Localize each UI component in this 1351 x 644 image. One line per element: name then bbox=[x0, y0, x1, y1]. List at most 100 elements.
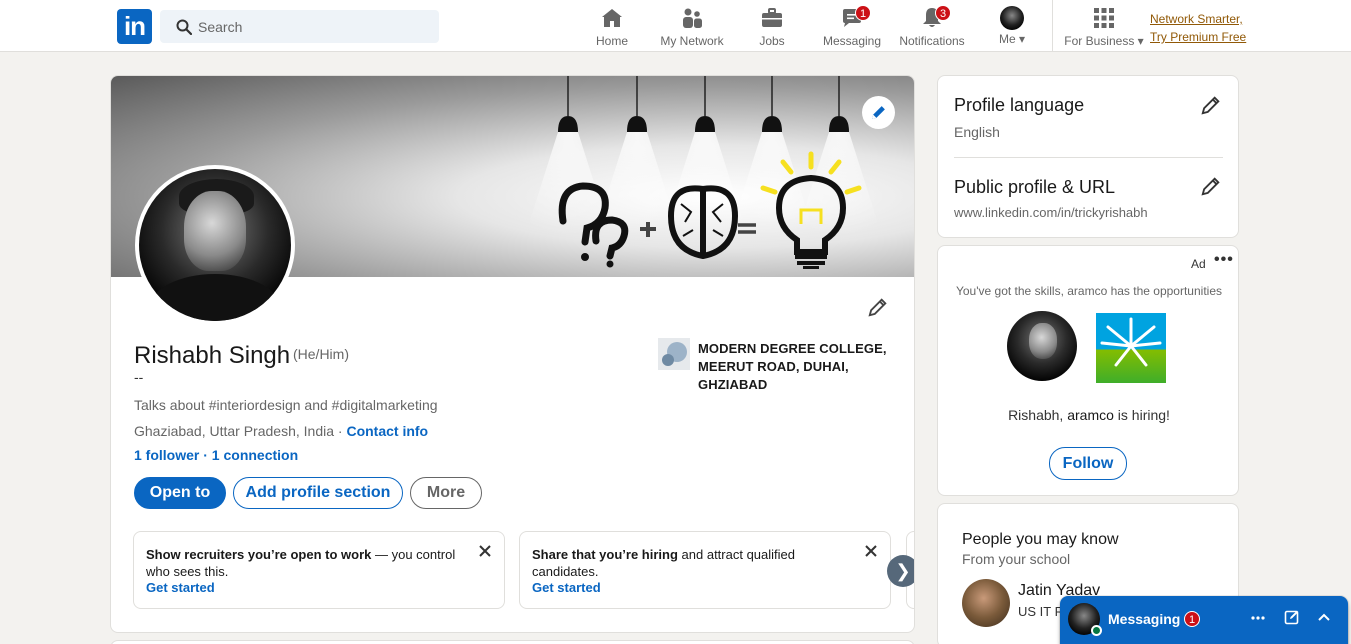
nav-messaging[interactable]: 1 Messaging bbox=[822, 4, 882, 50]
messaging-badge: 1 bbox=[855, 5, 871, 21]
nav-divider bbox=[1052, 0, 1053, 52]
edit-intro-button[interactable] bbox=[867, 296, 889, 323]
chevron-down-icon: ▾ bbox=[1018, 32, 1026, 46]
hiring-suffix: is hiring! bbox=[1113, 407, 1170, 423]
chevron-right-icon[interactable]: ❯ bbox=[887, 555, 914, 587]
edit-language-button[interactable] bbox=[1200, 94, 1222, 121]
profile-network: 1 follower · 1 connection bbox=[134, 447, 298, 463]
location-text: Ghaziabad, Uttar Pradesh, India · bbox=[134, 423, 347, 439]
jobs-icon bbox=[759, 6, 785, 32]
avatar[interactable] bbox=[962, 579, 1010, 627]
connections-link[interactable]: · 1 connection bbox=[199, 447, 298, 463]
profile-location: Ghaziabad, Uttar Pradesh, India · Contac… bbox=[134, 423, 428, 439]
avatar-face bbox=[1029, 323, 1057, 359]
nav-my-network-label: My Network bbox=[660, 34, 724, 48]
search-icon bbox=[176, 19, 192, 35]
premium-line-1[interactable]: Network Smarter, bbox=[1150, 10, 1246, 28]
nav-notifications-label: Notifications bbox=[899, 34, 965, 48]
person-role: US IT R bbox=[1018, 604, 1064, 619]
profile-top-card: Rishabh Singh (He/Him) -- Talks about #i… bbox=[110, 75, 915, 633]
my-network-icon bbox=[679, 6, 705, 32]
aramco-star-icon bbox=[1100, 317, 1162, 367]
ellipsis-icon[interactable]: ••• bbox=[1214, 251, 1234, 269]
ellipsis-icon[interactable] bbox=[1250, 609, 1266, 630]
contact-info-link[interactable]: Contact info bbox=[346, 423, 428, 439]
nav-for-business[interactable]: For Business ▾ bbox=[1063, 4, 1145, 50]
avatar-body bbox=[149, 274, 281, 321]
followers-link[interactable]: 1 follower bbox=[134, 447, 199, 463]
profile-headline: Talks about #interiordesign and #digital… bbox=[134, 397, 438, 413]
close-icon[interactable] bbox=[478, 544, 492, 563]
messaging-title[interactable]: Messaging bbox=[1108, 611, 1180, 627]
compose-icon[interactable] bbox=[1284, 609, 1300, 630]
get-started-link[interactable]: Get started bbox=[146, 580, 215, 595]
global-nav: in Home My Network Jobs 1 Messaging 3 bbox=[0, 0, 1351, 52]
school-name: MODERN DEGREE COLLEGE, MEERUT ROAD, DUHA… bbox=[698, 341, 887, 392]
pencil-icon bbox=[868, 298, 887, 317]
nav-me[interactable]: Me ▾ bbox=[994, 4, 1030, 50]
nav-messaging-label: Messaging bbox=[822, 34, 882, 48]
more-button[interactable]: More bbox=[410, 477, 482, 509]
promo-bold: Share that you’re hiring bbox=[532, 547, 678, 562]
me-avatar bbox=[1000, 6, 1024, 30]
pencil-icon bbox=[872, 106, 885, 119]
open-to-work-promo: Show recruiters you’re open to work — yo… bbox=[133, 531, 505, 609]
chevron-up-icon[interactable] bbox=[1316, 609, 1332, 630]
ad-tagline: You've got the skills, aramco has the op… bbox=[955, 284, 1222, 298]
nav-notifications[interactable]: 3 Notifications bbox=[897, 4, 967, 50]
profile-language-title: Profile language bbox=[954, 95, 1085, 115]
pencil-icon bbox=[1201, 177, 1220, 196]
nav-jobs-label: Jobs bbox=[759, 34, 785, 48]
linkedin-logo-icon[interactable]: in bbox=[117, 9, 152, 44]
search-bar[interactable] bbox=[160, 10, 439, 43]
messaging-badge: 1 bbox=[1184, 611, 1200, 627]
grid-icon bbox=[1091, 6, 1117, 32]
ad-label: Ad bbox=[1191, 257, 1206, 271]
pencil-icon bbox=[1201, 96, 1220, 115]
home-icon bbox=[599, 6, 625, 32]
ad-user-avatar bbox=[1007, 311, 1077, 381]
company-name: aramco bbox=[1067, 407, 1114, 423]
profile-dash: -- bbox=[134, 369, 144, 385]
nav-me-label: Me ▾ bbox=[994, 32, 1030, 46]
get-started-link[interactable]: Get started bbox=[532, 580, 601, 595]
ad-hiring-text: Rishabh, aramco is hiring! bbox=[938, 407, 1240, 423]
messaging-overlay[interactable]: Messaging 1 bbox=[1060, 596, 1348, 644]
page-scrollbar[interactable] bbox=[1343, 52, 1351, 644]
nav-home-label: Home bbox=[595, 34, 628, 48]
hiring-promo: Share that you’re hiring and attract qua… bbox=[519, 531, 891, 609]
school-logo bbox=[658, 338, 690, 370]
search-input[interactable] bbox=[198, 10, 428, 43]
avatar bbox=[139, 169, 291, 321]
nav-home[interactable]: Home bbox=[594, 4, 630, 50]
premium-line-2[interactable]: Try Premium Free bbox=[1150, 28, 1246, 46]
close-icon[interactable] bbox=[864, 544, 878, 563]
open-to-button[interactable]: Open to bbox=[134, 477, 226, 509]
public-profile-url: www.linkedin.com/in/trickyrishabh bbox=[954, 205, 1148, 220]
hiring-prefix: Rishabh, bbox=[1008, 407, 1068, 423]
promo-text: Show recruiters you’re open to work — yo… bbox=[146, 546, 466, 580]
promo-text: Share that you’re hiring and attract qua… bbox=[532, 546, 852, 580]
aramco-logo[interactable] bbox=[1096, 313, 1166, 383]
follow-button[interactable]: Follow bbox=[1049, 447, 1127, 480]
divider bbox=[954, 157, 1223, 158]
promo-bold: Show recruiters you’re open to work bbox=[146, 547, 372, 562]
me-label-text: Me bbox=[998, 32, 1016, 46]
notifications-icon: 3 bbox=[919, 5, 951, 32]
add-profile-section-button[interactable]: Add profile section bbox=[233, 477, 403, 509]
next-section-card bbox=[110, 640, 915, 644]
edit-banner-button[interactable] bbox=[862, 96, 895, 129]
nav-jobs[interactable]: Jobs bbox=[756, 4, 788, 50]
nav-for-business-label: For Business ▾ bbox=[1063, 34, 1145, 48]
pymk-subtitle: From your school bbox=[962, 551, 1071, 567]
edit-url-button[interactable] bbox=[1200, 175, 1222, 202]
notifications-badge: 3 bbox=[935, 5, 951, 21]
profile-name: Rishabh Singh bbox=[134, 342, 291, 369]
premium-upsell[interactable]: Network Smarter, Try Premium Free bbox=[1150, 10, 1246, 46]
nav-my-network[interactable]: My Network bbox=[656, 4, 728, 50]
pymk-title: People you may know bbox=[962, 531, 1119, 548]
online-status-indicator bbox=[1091, 625, 1102, 636]
profile-photo[interactable] bbox=[135, 165, 295, 325]
public-profile-title: Public profile & URL bbox=[954, 177, 1116, 197]
messaging-icon: 1 bbox=[839, 5, 871, 32]
